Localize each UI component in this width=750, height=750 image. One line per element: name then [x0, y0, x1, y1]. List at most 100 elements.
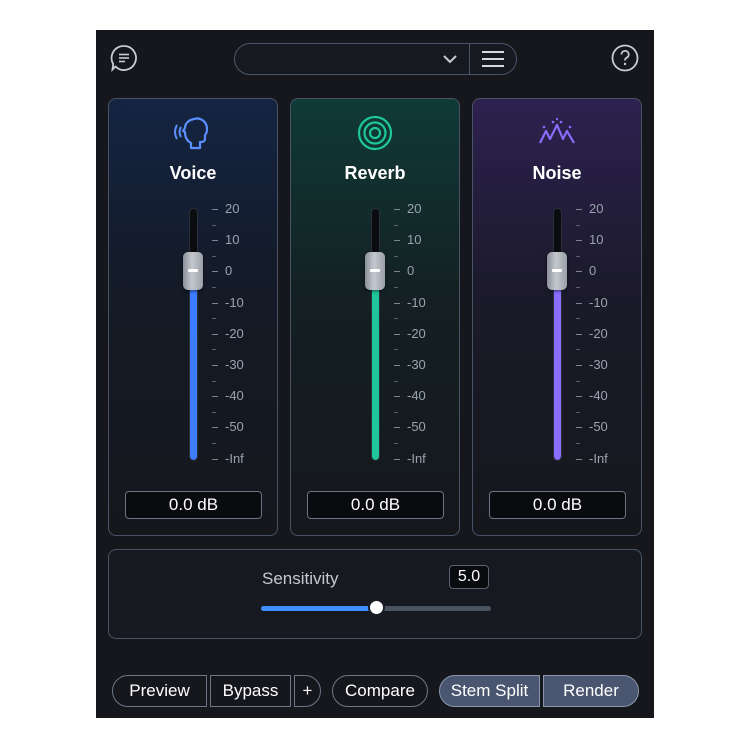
scale-tick: [394, 333, 400, 335]
chat-bubble-icon[interactable]: [110, 44, 138, 72]
stem-split-button[interactable]: Stem Split: [439, 675, 540, 707]
scale-tick: [576, 458, 582, 460]
scale-tick: [394, 209, 400, 210]
scale-minor-tick: [576, 411, 580, 413]
noise-title: Noise: [532, 163, 582, 183]
voice-title: Voice: [169, 163, 217, 183]
scale-label: -Inf: [407, 450, 426, 466]
speaking-head-icon: [174, 117, 209, 150]
voice-fader-handle[interactable]: [183, 252, 203, 291]
scale-label: -10: [407, 294, 426, 310]
scale-label: -30: [225, 357, 244, 372]
noise-fader-track[interactable]: [553, 208, 562, 461]
scale-label: 0: [225, 263, 233, 279]
scale-tick: [394, 458, 400, 460]
scale-tick: [576, 302, 582, 304]
scale-label: -Inf: [225, 450, 244, 466]
scale-label: -20: [225, 325, 244, 341]
scale-tick: [394, 302, 400, 304]
scale-tick: [212, 427, 218, 429]
sensitivity-panel: Sensitivity 5.0: [108, 549, 642, 639]
scale-label: -10: [589, 294, 608, 310]
scale-minor-tick: [212, 380, 216, 382]
scale-label: -30: [407, 357, 426, 372]
scale-tick: [576, 396, 582, 398]
reverb-db-value[interactable]: 0.0 dB: [307, 491, 444, 519]
reverb-panel: Reverb 20 10 0 -10 -20 -30 -40 -50 -Inf 0.0 dB: [290, 98, 460, 536]
voice-fader-fill: [190, 270, 197, 460]
scale-label: 0: [407, 263, 415, 279]
scale-minor-tick: [576, 349, 580, 351]
preset-dropdown[interactable]: [234, 43, 470, 75]
sensitivity-slider-thumb[interactable]: [368, 599, 385, 616]
scale-label: 0: [589, 263, 597, 279]
scale-label: -40: [225, 388, 244, 404]
scale-tick: [576, 271, 582, 273]
scale-tick: [212, 458, 218, 460]
compare-button[interactable]: Compare: [332, 675, 428, 707]
scale-minor-tick: [394, 411, 398, 413]
hamburger-menu-icon: [482, 51, 504, 67]
scale-label: -10: [225, 294, 244, 310]
scale-tick: [576, 365, 582, 366]
reverb-fader-handle[interactable]: [365, 252, 385, 291]
scale-label: 20: [225, 201, 240, 216]
reverb-scale: 20 10 0 -10 -20 -30 -40 -50 -Inf: [387, 199, 447, 469]
noise-db-value[interactable]: 0.0 dB: [489, 491, 626, 519]
noise-fader-handle[interactable]: [547, 252, 567, 291]
sensitivity-slider-track[interactable]: [261, 599, 491, 616]
scale-minor-tick: [576, 443, 580, 444]
add-button[interactable]: +: [294, 675, 321, 707]
scale-minor-tick: [394, 287, 398, 288]
voice-panel: Voice 20 10 0 -10 -20 -30 -40 -50 -Inf 0.0 dB: [108, 98, 278, 536]
voice-fader-track[interactable]: [189, 208, 198, 461]
render-button[interactable]: Render: [543, 675, 639, 707]
scale-minor-tick: [212, 349, 216, 351]
sensitivity-slider-fill: [261, 606, 376, 611]
scale-tick: [576, 240, 582, 242]
scale-tick: [212, 209, 218, 210]
preview-button[interactable]: Preview: [112, 675, 207, 707]
scale-tick: [394, 365, 400, 366]
scale-minor-tick: [394, 224, 398, 226]
sensitivity-value[interactable]: 5.0: [449, 565, 489, 589]
reverb-fader-fill: [372, 270, 379, 460]
scale-label: -30: [589, 357, 608, 372]
scale-minor-tick: [576, 380, 580, 382]
scale-minor-tick: [394, 443, 398, 444]
scale-minor-tick: [212, 443, 216, 444]
scale-label: 20: [589, 201, 604, 216]
scale-minor-tick: [212, 318, 216, 320]
scale-tick: [576, 427, 582, 429]
scale-minor-tick: [576, 224, 580, 226]
scale-tick: [576, 209, 582, 210]
scale-label: -50: [589, 419, 608, 435]
scale-minor-tick: [576, 287, 580, 288]
bypass-button[interactable]: Bypass: [210, 675, 291, 707]
scale-minor-tick: [394, 255, 398, 257]
scale-tick: [212, 365, 218, 366]
scale-tick: [212, 302, 218, 304]
scale-label: -50: [407, 419, 426, 435]
scale-label: -50: [225, 419, 244, 435]
scale-minor-tick: [212, 255, 216, 257]
scale-label: -40: [589, 388, 608, 404]
reverb-fader-track[interactable]: [371, 208, 380, 461]
scale-tick: [394, 427, 400, 429]
menu-button[interactable]: [469, 43, 517, 75]
scale-label: -20: [589, 325, 608, 341]
scale-label: 20: [407, 201, 422, 216]
scale-tick: [212, 333, 218, 335]
scale-minor-tick: [394, 318, 398, 320]
scale-label: -40: [407, 388, 426, 404]
noise-scale: 20 10 0 -10 -20 -30 -40 -50 -Inf: [569, 199, 629, 469]
scale-label: 10: [407, 232, 422, 248]
scale-tick: [394, 271, 400, 273]
noise-peaks-icon: [539, 117, 575, 144]
scale-tick: [212, 396, 218, 398]
reverb-title: Reverb: [344, 163, 406, 183]
scale-minor-tick: [394, 380, 398, 382]
voice-db-value[interactable]: 0.0 dB: [125, 491, 262, 519]
scale-minor-tick: [394, 349, 398, 351]
help-question-icon[interactable]: [611, 44, 639, 72]
